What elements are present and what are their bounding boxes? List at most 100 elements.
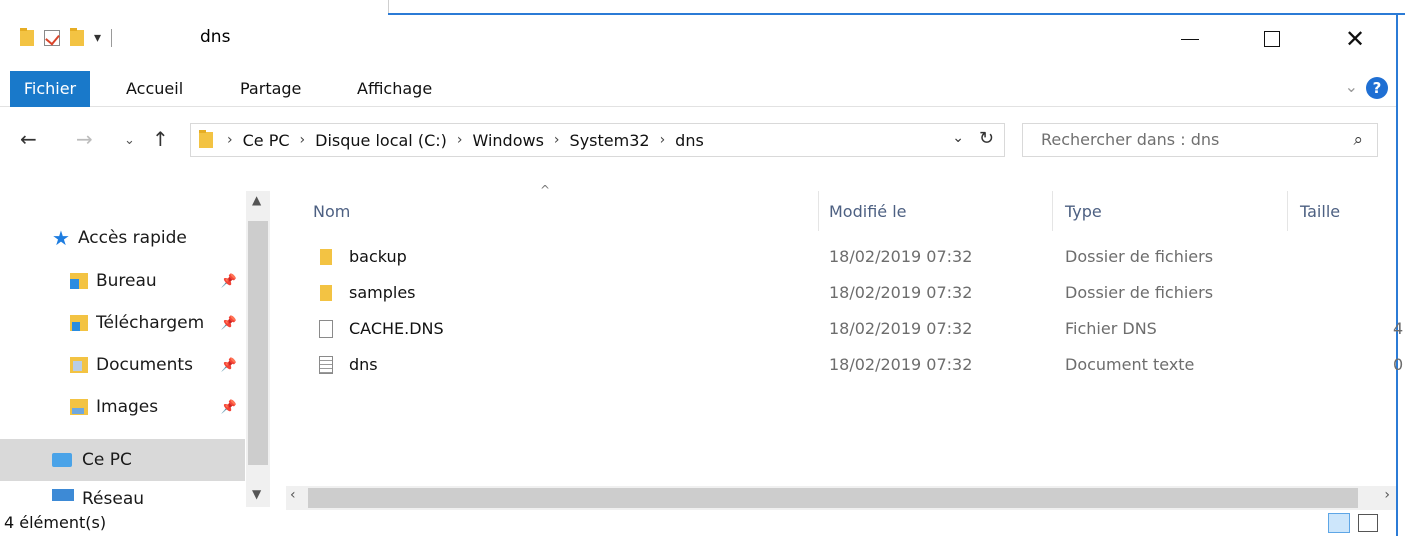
pin-icon[interactable]: 📌: [221, 316, 237, 331]
nav-network-label: Réseau: [82, 489, 145, 505]
computer-icon: [52, 453, 72, 467]
minimize-icon: [1181, 38, 1199, 40]
chevron-right-icon[interactable]: ›: [457, 132, 463, 148]
column-header-modified[interactable]: Modifié le: [829, 202, 907, 221]
scroll-down-icon[interactable]: ▼: [252, 487, 261, 501]
address-folder-icon: [199, 130, 213, 148]
table-row[interactable]: backup 18/02/2019 07:32 Dossier de fichi…: [300, 239, 1400, 275]
scroll-right-icon[interactable]: ›: [1384, 487, 1390, 503]
file-explorer-window: ▾ dns ✕ Fichier Accueil Partage Affichag…: [0, 15, 1403, 536]
chevron-right-icon[interactable]: ›: [660, 132, 666, 148]
nav-this-pc-label: Ce PC: [82, 450, 132, 470]
scroll-up-icon[interactable]: ▲: [252, 193, 261, 207]
large-icons-view-icon[interactable]: [1358, 514, 1378, 532]
file-modified: 18/02/2019 07:32: [829, 247, 973, 266]
tab-accueil[interactable]: Accueil: [126, 71, 183, 107]
navigation-bar: ← → ⌄ ↑ › Ce PC › Disque local (C:) › Wi…: [0, 119, 1396, 161]
column-header-size[interactable]: Taille: [1300, 202, 1340, 221]
close-icon: ✕: [1344, 25, 1366, 53]
pin-icon[interactable]: 📌: [221, 400, 237, 415]
minimize-button[interactable]: [1149, 15, 1231, 63]
nav-this-pc[interactable]: Ce PC: [0, 439, 245, 481]
nav-item-label: Documents: [96, 355, 193, 375]
nav-item-label: Images: [96, 397, 159, 417]
nav-item-label: Téléchargem: [96, 313, 205, 333]
qat-separator: [111, 29, 113, 47]
breadcrumb-windows[interactable]: Windows: [473, 131, 544, 150]
folder-icon[interactable]: [20, 28, 34, 46]
close-button[interactable]: ✕: [1314, 15, 1396, 63]
file-type: Dossier de fichiers: [1065, 283, 1214, 302]
properties-icon[interactable]: [44, 30, 60, 46]
up-button[interactable]: ↑: [152, 127, 169, 151]
title-bar: ▾ dns ✕: [0, 15, 1396, 63]
window-title: dns: [200, 27, 231, 47]
maximize-button[interactable]: [1231, 15, 1313, 63]
scroll-left-icon[interactable]: ‹: [290, 487, 296, 503]
tab-fichier[interactable]: Fichier: [10, 71, 90, 107]
search-placeholder: Rechercher dans : dns: [1041, 130, 1220, 149]
help-icon[interactable]: ?: [1366, 77, 1388, 99]
breadcrumb-ce-pc[interactable]: Ce PC: [243, 131, 290, 150]
tab-partage[interactable]: Partage: [240, 71, 301, 107]
file-size-clipped: 4: [1393, 319, 1404, 338]
maximize-icon: [1264, 31, 1280, 47]
folder-icon: [320, 285, 332, 301]
item-count: 4 élément(s): [4, 513, 107, 532]
tab-affichage[interactable]: Affichage: [357, 71, 432, 107]
column-divider[interactable]: [818, 191, 819, 231]
column-header-name[interactable]: Nom: [313, 202, 350, 221]
nav-item-images[interactable]: Images 📌: [0, 387, 245, 427]
breadcrumb-disque-local[interactable]: Disque local (C:): [315, 131, 447, 150]
ribbon-tabs: Fichier Accueil Partage Affichage ⌄ ?: [0, 71, 1396, 107]
search-icon[interactable]: ⌕: [1353, 124, 1363, 156]
pin-icon[interactable]: 📌: [221, 274, 237, 289]
chevron-right-icon[interactable]: ›: [554, 132, 560, 148]
scroll-thumb[interactable]: [248, 221, 268, 465]
recent-locations-button[interactable]: ⌄: [124, 133, 135, 148]
customize-qat-icon[interactable]: ▾: [94, 30, 101, 46]
file-icon: [319, 320, 333, 338]
pictures-folder-icon: [70, 399, 88, 415]
pin-icon[interactable]: 📌: [221, 358, 237, 373]
breadcrumb-system32[interactable]: System32: [570, 131, 650, 150]
search-box[interactable]: Rechercher dans : dns ⌕: [1022, 123, 1378, 157]
column-header-type[interactable]: Type: [1065, 202, 1102, 221]
file-list-scrollbar[interactable]: ‹ ›: [286, 486, 1396, 510]
new-folder-icon[interactable]: [70, 28, 84, 46]
nav-quick-access[interactable]: ★ Accès rapide: [0, 218, 245, 258]
address-bar[interactable]: › Ce PC › Disque local (C:) › Windows › …: [190, 123, 1005, 157]
address-dropdown-icon[interactable]: ⌄: [952, 130, 964, 146]
documents-folder-icon: [70, 357, 88, 373]
table-row[interactable]: samples 18/02/2019 07:32 Dossier de fich…: [300, 275, 1400, 311]
chevron-right-icon[interactable]: ›: [300, 132, 306, 148]
nav-item-bureau[interactable]: Bureau 📌: [0, 261, 245, 301]
navigation-pane: ★ Accès rapide Bureau 📌 Téléchargem 📌 Do…: [0, 165, 272, 505]
nav-item-documents[interactable]: Documents 📌: [0, 345, 245, 385]
text-file-icon: [319, 356, 333, 374]
navpane-scrollbar[interactable]: ▲ ▼: [246, 191, 270, 507]
chevron-right-icon[interactable]: ›: [227, 132, 233, 148]
table-row[interactable]: dns 18/02/2019 07:32 Document texte: [300, 347, 1400, 383]
file-modified: 18/02/2019 07:32: [829, 319, 973, 338]
file-modified: 18/02/2019 07:32: [829, 283, 973, 302]
status-bar: 4 élément(s): [0, 510, 1396, 536]
refresh-icon[interactable]: ↻: [979, 128, 994, 149]
back-button[interactable]: ←: [20, 127, 37, 151]
table-row[interactable]: CACHE.DNS 18/02/2019 07:32 Fichier DNS: [300, 311, 1400, 347]
nav-network[interactable]: Réseau: [0, 489, 245, 505]
details-view-icon[interactable]: [1328, 513, 1350, 533]
scroll-thumb[interactable]: [308, 488, 1358, 508]
quick-access-toolbar: ▾: [20, 28, 113, 47]
sort-ascending-icon: ^: [540, 183, 551, 197]
column-divider[interactable]: [1052, 191, 1053, 231]
expand-ribbon-icon[interactable]: ⌄: [1345, 77, 1358, 96]
breadcrumb-dns[interactable]: dns: [675, 131, 704, 150]
forward-button[interactable]: →: [76, 127, 93, 151]
background-window-strip: [0, 0, 1405, 15]
folder-icon: [320, 249, 332, 265]
file-size-clipped: 0: [1393, 355, 1404, 374]
network-icon: [52, 489, 74, 501]
nav-item-telechargements[interactable]: Téléchargem 📌: [0, 303, 245, 343]
column-divider[interactable]: [1287, 191, 1288, 231]
